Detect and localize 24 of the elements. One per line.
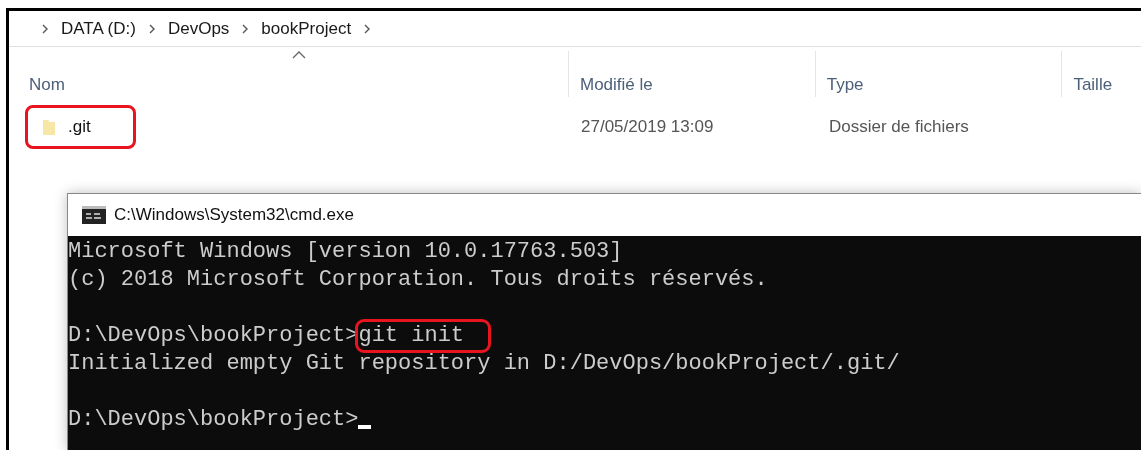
breadcrumb-item[interactable]: bookProject — [261, 15, 352, 42]
chevron-icon — [147, 23, 156, 34]
console-line: Microsoft Windows [version 10.0.17763.503] — [68, 238, 624, 266]
column-header[interactable]: Modifié le — [568, 51, 815, 97]
breadcrumb-item[interactable]: DATA (D:) — [61, 15, 136, 42]
table-cell-text: Dossier de fichiers — [828, 116, 969, 139]
chevron-icon — [241, 23, 250, 34]
console-line: (c) 2018 Microsoft Corporation. Tous droits réservés. — [68, 266, 769, 294]
column-header[interactable]: Nom — [29, 51, 568, 97]
chevron-icon — [41, 23, 49, 34]
chevron-icon — [363, 23, 372, 34]
sort-caret-icon — [291, 51, 306, 59]
column-header[interactable]: Type — [814, 51, 1062, 97]
console-line: Initialized empty Git repository in D:/DevOps/bookProject/.git/ — [68, 350, 901, 378]
file-row-name[interactable]: .git — [25, 105, 136, 149]
terminal-icon — [82, 206, 106, 224]
column-header[interactable]: Taille — [1061, 51, 1141, 97]
breadcrumb-item[interactable]: DevOps — [167, 15, 230, 42]
window-title: C:\Windows\System32\cmd.exe — [114, 204, 354, 227]
folder-icon — [42, 118, 56, 136]
table-cell-text: 27/05/2019 13:09 — [580, 116, 715, 139]
console-prompt: D:\DevOps\bookProject> — [68, 322, 359, 350]
console-command: git init — [358, 322, 489, 350]
console-prompt: D:\DevOps\bookProject> — [68, 406, 359, 434]
